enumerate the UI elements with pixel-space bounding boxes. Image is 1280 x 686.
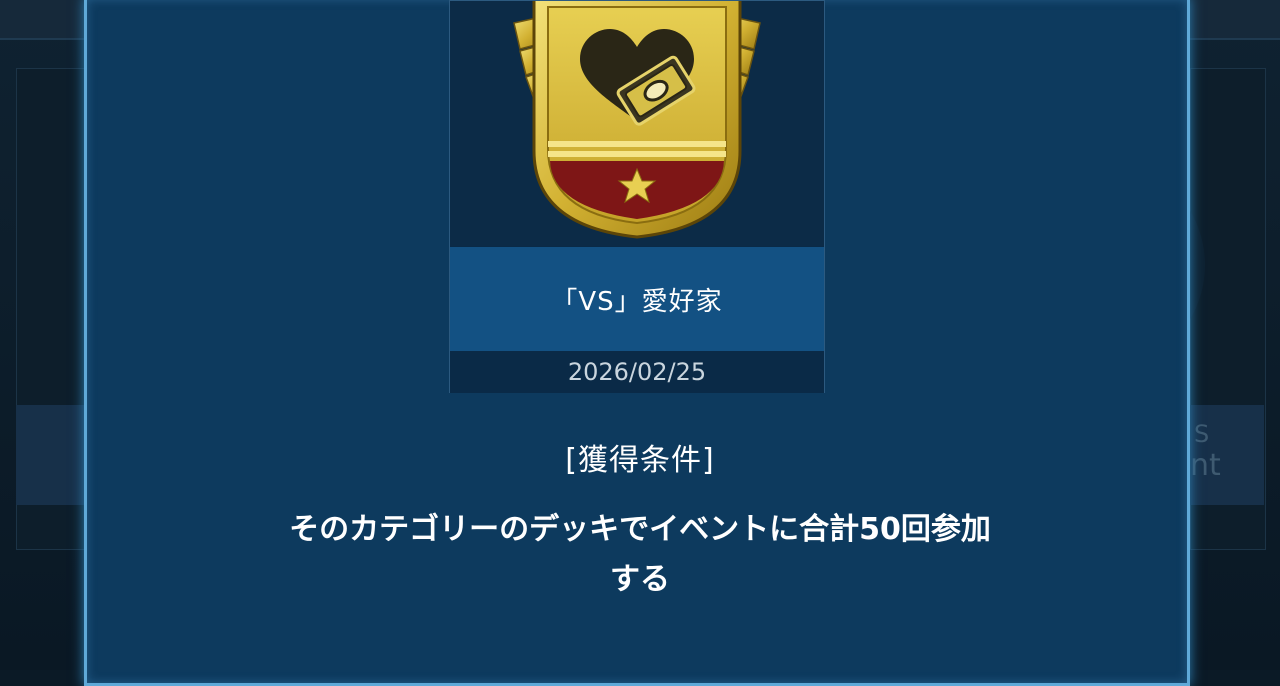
badge-image — [450, 1, 824, 246]
badge-title: 「VS」愛好家 — [450, 247, 824, 351]
acquisition-condition-text: そのカテゴリーのデッキでイベントに合計50回参加 する — [140, 505, 1140, 605]
badge-date: 2026/02/25 — [450, 351, 824, 393]
condition-line-1: そのカテゴリーのデッキでイベントに合計50回参加 — [140, 505, 1140, 555]
condition-line-2: する — [140, 555, 1140, 605]
heart-card-emblem-icon — [450, 1, 824, 246]
badge-card: 「VS」愛好家 2026/02/25 — [449, 0, 825, 393]
acquisition-condition-heading: [獲得条件] — [0, 435, 1280, 479]
